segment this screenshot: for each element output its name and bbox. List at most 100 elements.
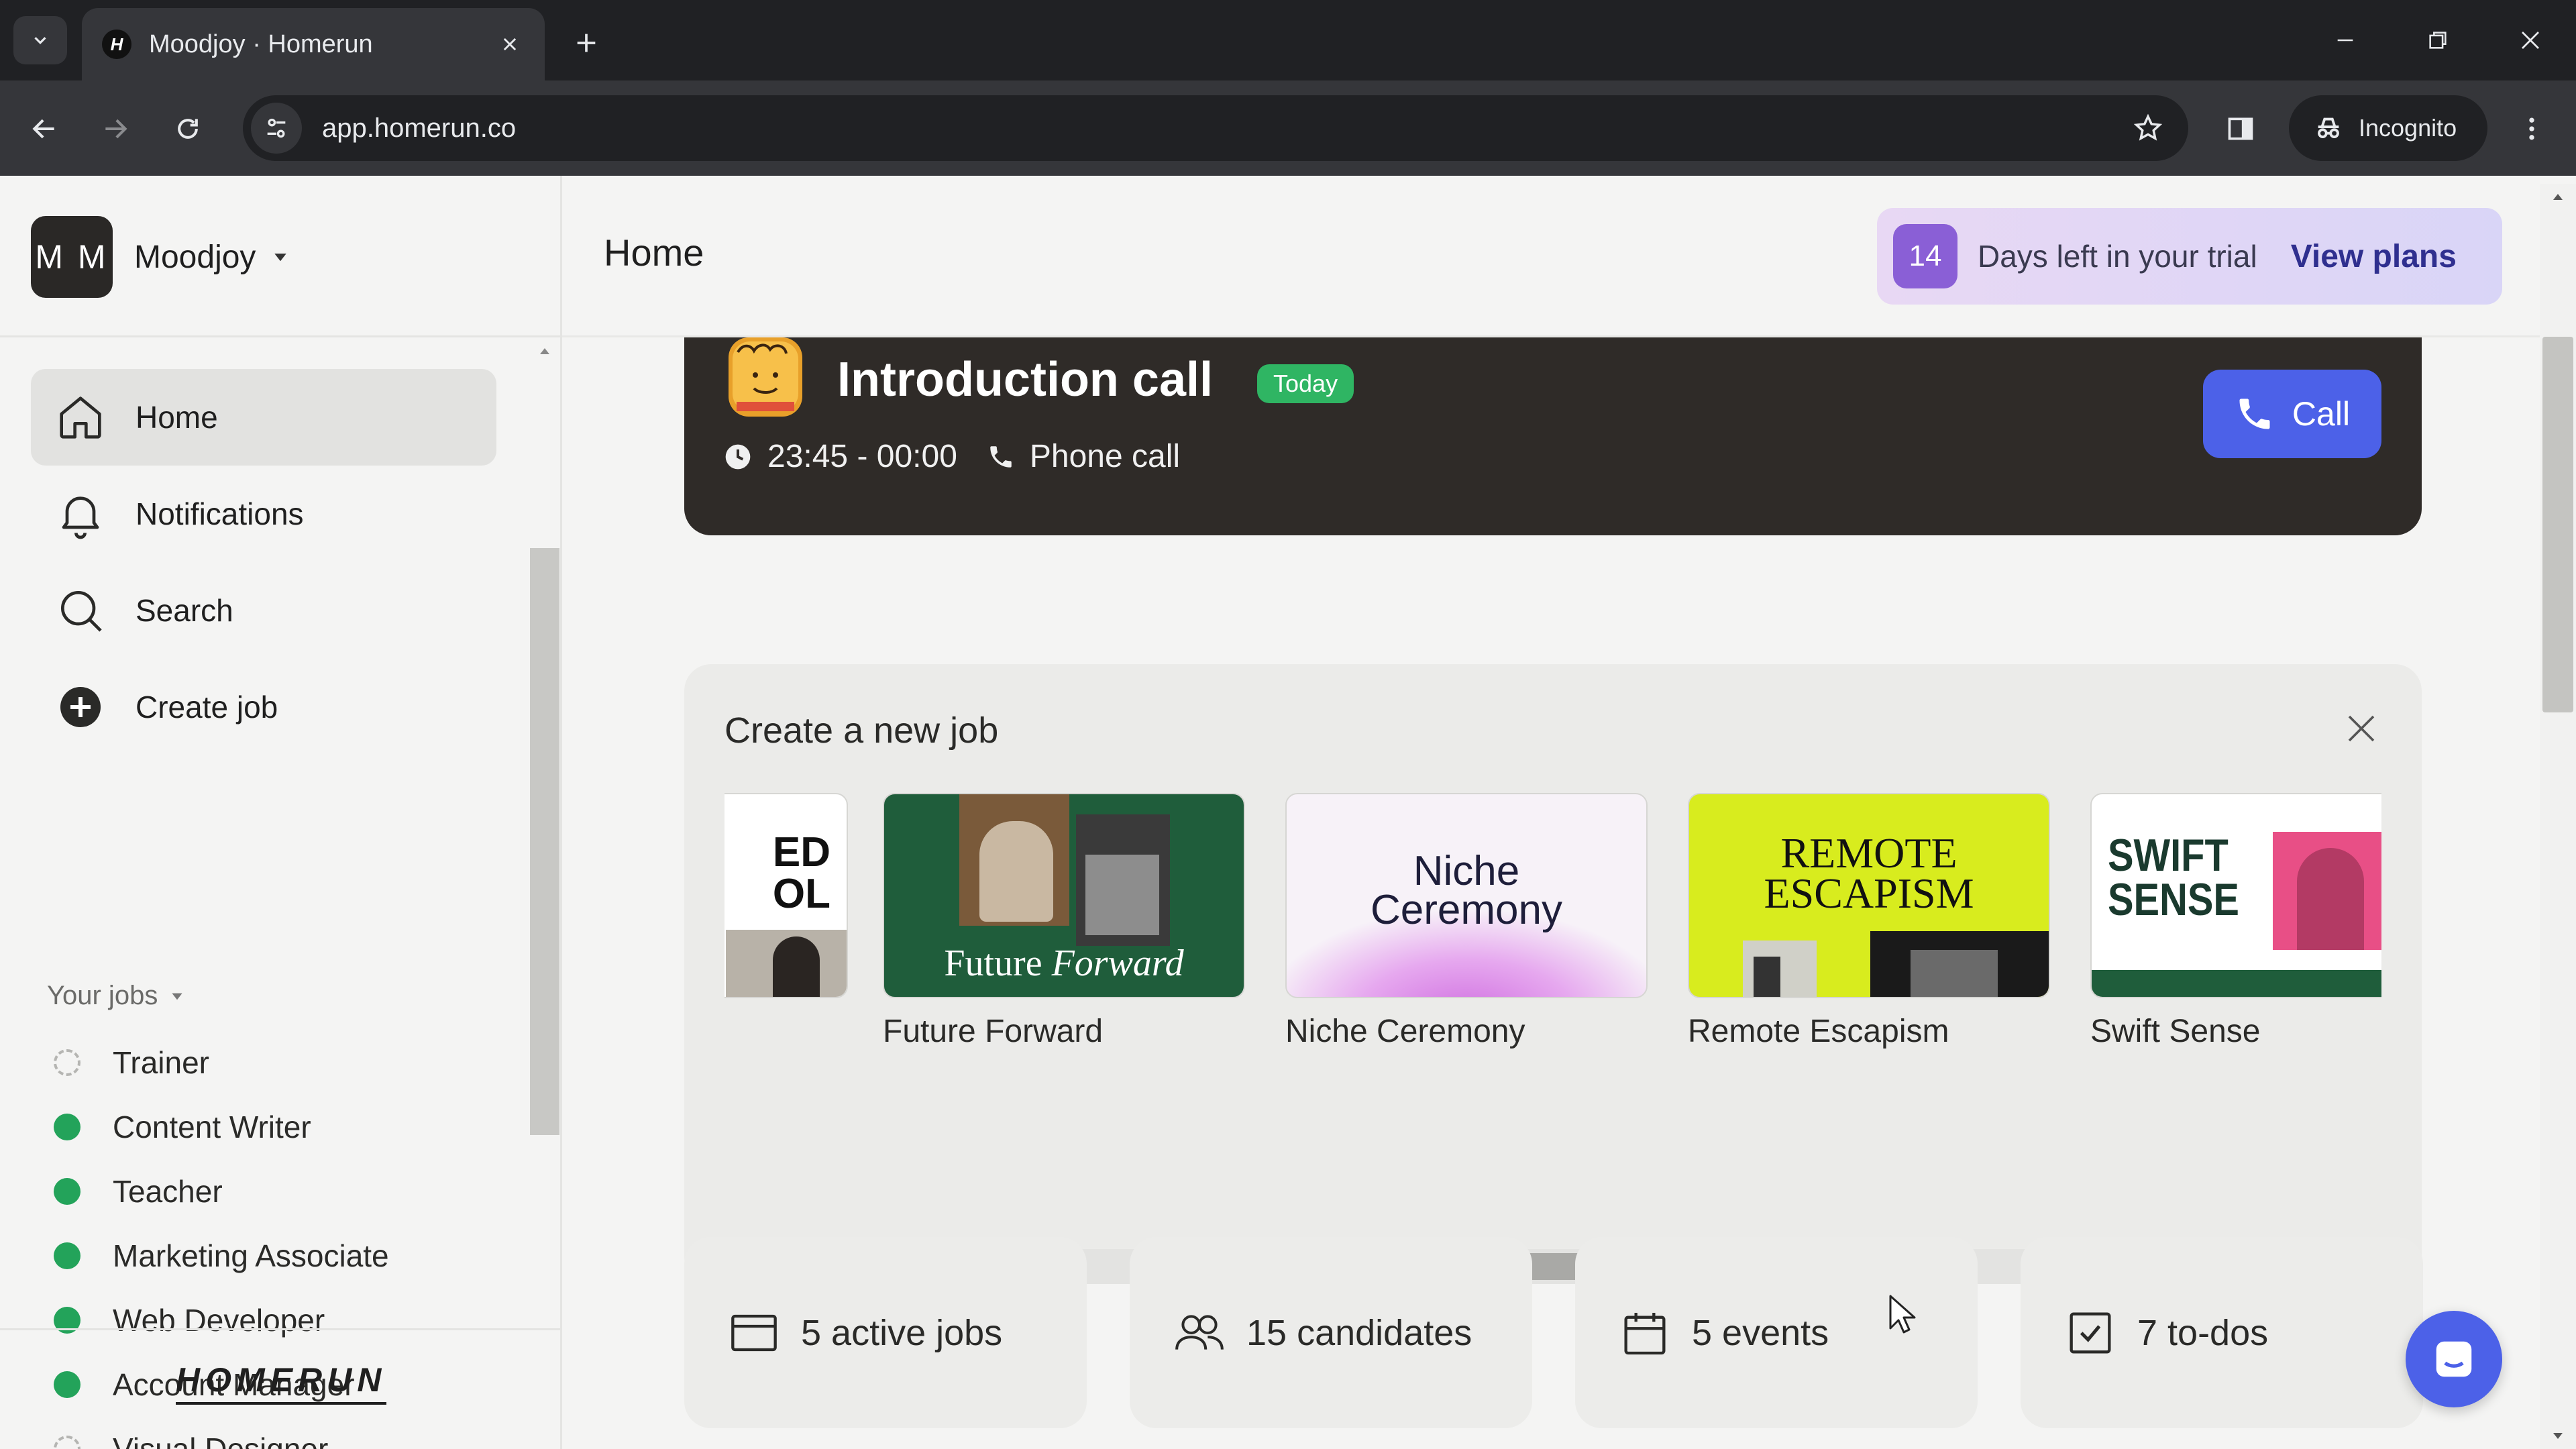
view-plans-link[interactable]: View plans: [2291, 238, 2457, 275]
arrow-right-icon: [105, 119, 127, 139]
incognito-indicator[interactable]: Incognito: [2289, 95, 2487, 161]
browser-tab-bar: H Moodjoy · Homerun: [0, 0, 2576, 80]
draft-status-icon: [54, 1436, 80, 1449]
restore-button[interactable]: [2404, 13, 2471, 67]
new-tab-button[interactable]: [562, 19, 610, 67]
checkbox-icon: [2063, 1306, 2117, 1360]
call-button[interactable]: Call: [2203, 370, 2381, 458]
sidebar-item-label: Notifications: [136, 496, 304, 531]
back-button[interactable]: [19, 103, 70, 154]
template-name: Swift Sense: [2090, 1014, 2261, 1049]
browser-tab[interactable]: H Moodjoy · Homerun: [82, 8, 545, 80]
clock-icon: [723, 442, 753, 472]
minimize-button[interactable]: [2312, 13, 2379, 67]
close-icon: [503, 38, 517, 51]
trial-days-badge: 14: [1893, 224, 1957, 288]
workspace-switcher[interactable]: M M Moodjoy: [31, 216, 290, 298]
template-card-niche-ceremony[interactable]: Niche Ceremony Niche Ceremony: [1285, 793, 1648, 1050]
sidebar-item-home[interactable]: Home: [31, 369, 496, 466]
your-jobs-toggle[interactable]: Your jobs: [47, 981, 186, 1011]
template-card-remote-escapism[interactable]: REMOTE ESCAPISM Remote Escapism: [1688, 793, 2050, 1050]
tab-search-button[interactable]: [13, 16, 67, 64]
close-icon: [2348, 715, 2375, 742]
sidebar-scrollbar[interactable]: [530, 343, 559, 1449]
side-panel-button[interactable]: [2215, 103, 2266, 154]
live-status-icon: [54, 1242, 80, 1269]
live-status-icon: [54, 1371, 80, 1398]
template-name: Niche Ceremony: [1285, 1014, 1525, 1049]
plus-circle-icon: [52, 679, 109, 735]
workspace-avatar: M M: [31, 216, 113, 298]
users-icon: [1173, 1306, 1226, 1360]
home-icon: [52, 389, 109, 445]
job-item[interactable]: Web Developer: [54, 1288, 510, 1352]
stat-candidates[interactable]: 15 candidates: [1130, 1237, 1532, 1428]
browser-menu-button[interactable]: [2506, 103, 2557, 154]
reload-icon: [178, 119, 198, 139]
stat-label: 7 to-dos: [2137, 1312, 2269, 1353]
job-item[interactable]: Visual Designer: [54, 1417, 510, 1449]
caret-down-icon: [172, 993, 182, 1000]
stat-active-jobs[interactable]: 5 active jobs: [684, 1237, 1087, 1428]
support-chat-button[interactable]: [2406, 1311, 2502, 1407]
template-card-partial[interactable]: ED OL: [724, 793, 848, 998]
call-label: Call: [2292, 395, 2351, 433]
job-item[interactable]: Trainer: [54, 1030, 510, 1095]
event-title: Introduction call: [837, 353, 1214, 407]
main-scrollbar[interactable]: [2540, 184, 2576, 1449]
sidebar-item-label: Create job: [136, 690, 278, 724]
job-item[interactable]: Marketing Associate: [54, 1224, 510, 1288]
sidebar-nav: Home Notifications Search Create job: [31, 369, 496, 755]
scroll-up-arrow-icon[interactable]: [2540, 184, 2576, 211]
tab-close-button[interactable]: [495, 30, 525, 59]
star-icon: [2133, 113, 2163, 141]
template-art-text: ED: [772, 829, 830, 875]
calendar-icon: [1618, 1306, 1672, 1360]
homerun-favicon-icon: H: [102, 30, 131, 59]
upcoming-event-card[interactable]: Introduction call Today 23:45 - 00:00 Ph…: [684, 337, 2422, 535]
sidebar-scroll-thumb[interactable]: [530, 548, 559, 1135]
dismiss-create-job-button[interactable]: [2334, 702, 2388, 755]
chevron-down-icon: [34, 37, 46, 44]
event-date-badge: Today: [1257, 364, 1354, 403]
phone-icon: [987, 443, 1015, 471]
create-job-card: Create a new job ED OL Future Forward Fu…: [684, 664, 2422, 1284]
sidebar: M M Moodjoy Home Notifications Search Cr…: [0, 176, 562, 1449]
sidebar-divider: [0, 335, 562, 337]
homerun-logo: HOMERUN: [176, 1360, 387, 1405]
template-art-text: Niche: [1413, 848, 1520, 894]
site-info-button[interactable]: [251, 103, 302, 154]
template-art-text: SENSE: [2108, 874, 2239, 925]
stat-label: 5 active jobs: [801, 1312, 1003, 1353]
template-card-future-forward[interactable]: Future Forward Future Forward: [883, 793, 1245, 1050]
job-item[interactable]: Teacher: [54, 1159, 510, 1224]
template-art-text: Forward: [1051, 943, 1184, 984]
template-card-swift-sense[interactable]: SWIFT SENSE Swift Sense: [2090, 793, 2381, 1050]
tab-title: Moodjoy · Homerun: [149, 30, 373, 58]
stat-events[interactable]: 5 events: [1575, 1237, 1978, 1428]
tune-icon: [267, 118, 286, 138]
scroll-down-arrow-icon[interactable]: [2540, 1422, 2576, 1449]
sidebar-item-search[interactable]: Search: [31, 562, 496, 659]
forward-button[interactable]: [90, 103, 141, 154]
main-scroll-thumb[interactable]: [2542, 337, 2573, 712]
job-item[interactable]: Content Writer: [54, 1095, 510, 1159]
template-thumbnail: REMOTE ESCAPISM: [1688, 793, 2050, 998]
close-window-button[interactable]: [2497, 13, 2564, 67]
sidebar-item-create-job[interactable]: Create job: [31, 659, 496, 755]
reload-button[interactable]: [162, 103, 213, 154]
address-bar[interactable]: app.homerun.co: [243, 95, 2188, 161]
stat-label: 15 candidates: [1246, 1312, 1472, 1353]
workspace-name: Moodjoy: [134, 239, 256, 275]
template-carousel[interactable]: ED OL Future Forward Future Forward Nich…: [724, 793, 2381, 1061]
bookmark-button[interactable]: [2121, 101, 2175, 155]
template-thumbnail: Future Forward: [883, 793, 1245, 998]
mouse-cursor-icon: [1889, 1295, 1916, 1334]
stat-to-dos[interactable]: 7 to-dos: [2021, 1237, 2423, 1428]
arrow-left-icon: [32, 119, 54, 139]
sidebar-item-notifications[interactable]: Notifications: [31, 466, 496, 562]
incognito-icon: [2318, 117, 2339, 138]
scroll-up-arrow-icon[interactable]: [537, 343, 553, 360]
template-art-text: REMOTE: [1780, 829, 1957, 877]
url-text[interactable]: app.homerun.co: [322, 113, 2121, 144]
